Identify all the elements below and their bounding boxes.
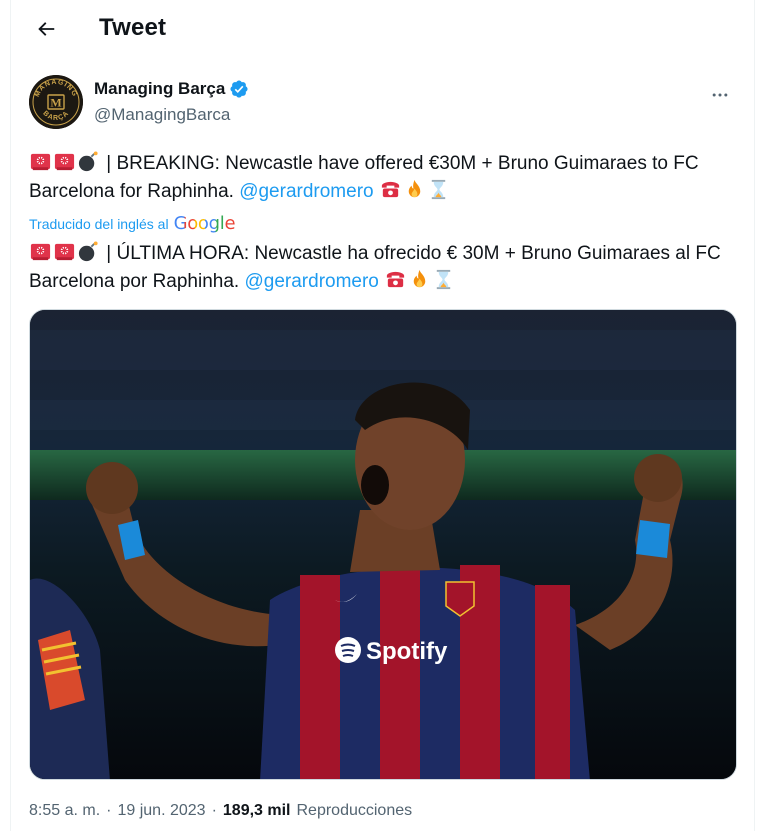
arrow-left-icon: [38, 22, 55, 36]
author-handle[interactable]: @ManagingBarca: [94, 105, 230, 125]
tweet-author: MANAGING BARÇA M Managing Barça @Managin…: [29, 73, 744, 133]
rotating-light-icon: [30, 243, 51, 261]
views-label: Reproducciones: [296, 802, 413, 819]
separator: ·: [106, 802, 112, 819]
rotating-light-icon: [54, 153, 75, 171]
bomb-icon: [78, 151, 98, 172]
telephone-icon: [387, 271, 405, 288]
more-horizontal-icon: [712, 93, 728, 97]
avatar-monogram: M: [50, 96, 61, 110]
hourglass-icon: [436, 269, 451, 290]
right-border: [754, 0, 758, 831]
rotating-light-icon: [54, 243, 75, 261]
google-logo: Google: [173, 213, 236, 234]
tweet-date[interactable]: 19 jun. 2023: [117, 802, 205, 820]
tweet-header: Tweet: [11, 0, 754, 58]
fire-icon: [408, 179, 421, 198]
author-name-row: Managing Barça: [94, 79, 249, 99]
translated-body: | ÚLTIMA HORA: Newcastle ha ofrecido € 3…: [29, 240, 734, 296]
verified-badge-icon: [230, 80, 248, 98]
telephone-icon: [381, 181, 400, 198]
mention-link[interactable]: @gerardromero: [244, 271, 378, 292]
translated-label: Traducido del inglés al: [29, 215, 169, 232]
views-count: 189,3 mil: [222, 802, 291, 819]
more-options-button[interactable]: [704, 79, 736, 111]
page-title: Tweet: [99, 14, 167, 41]
back-button[interactable]: [29, 12, 63, 46]
tweet-body: | BREAKING: Newcastle have offered €30M …: [29, 150, 734, 206]
avatar[interactable]: MANAGING BARÇA M: [29, 75, 83, 129]
hourglass-icon: [431, 179, 446, 200]
left-border: [0, 0, 11, 831]
shirt-sponsor: Spotify: [366, 638, 448, 665]
mention-link[interactable]: @gerardromero: [239, 181, 373, 202]
tweet-photo[interactable]: Spotify: [29, 309, 737, 780]
rotating-light-icon: [30, 153, 51, 171]
tweet-meta: 8:55 a. m. · 19 jun. 2023 · 189,3 mil Re…: [29, 802, 412, 820]
separator: ·: [211, 802, 217, 819]
fire-icon: [413, 269, 426, 288]
author-name[interactable]: Managing Barça: [94, 79, 225, 99]
tweet-time[interactable]: 8:55 a. m.: [29, 802, 100, 820]
bomb-icon: [78, 241, 98, 262]
translated-by-link[interactable]: Traducido del inglés al Google: [29, 213, 236, 234]
football-player-photo: Spotify: [30, 310, 736, 779]
managing-barca-logo: MANAGING BARÇA M: [29, 75, 83, 129]
